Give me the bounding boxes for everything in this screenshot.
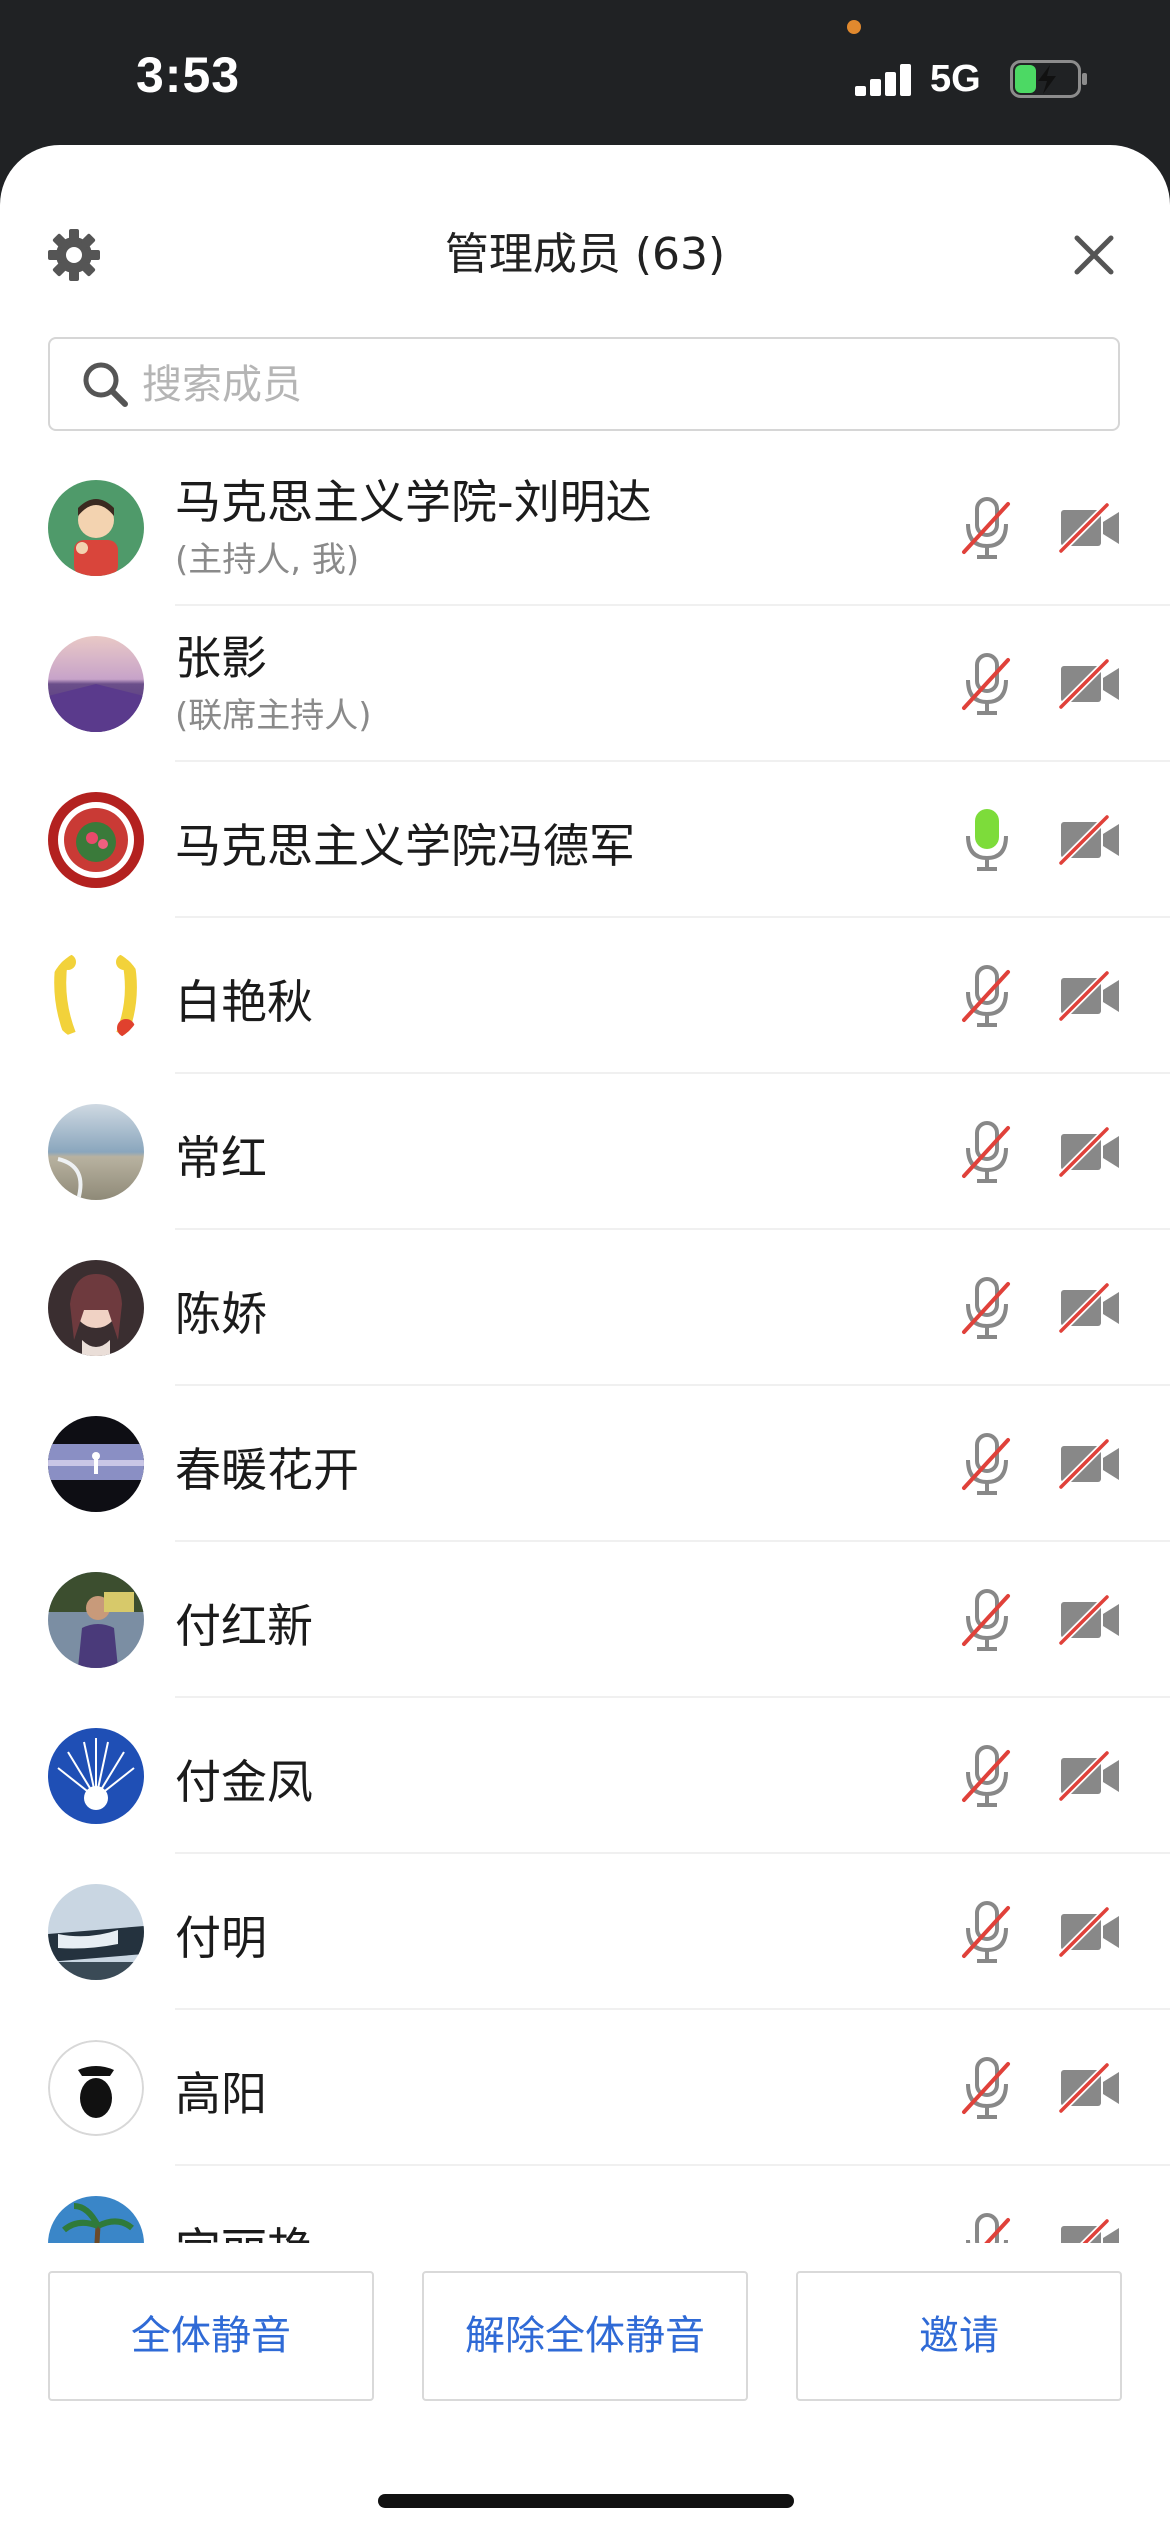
member-name: 马克思主义学院冯德军	[175, 819, 635, 873]
search-input[interactable]	[140, 353, 1084, 417]
mute-all-button[interactable]: 全体静音	[48, 2271, 374, 2401]
member-name: 付明	[175, 1911, 267, 1965]
search-box[interactable]	[48, 337, 1120, 431]
status-bar: 3:53 5G	[0, 0, 1170, 145]
signal-icon	[855, 62, 915, 96]
avatar	[48, 792, 144, 888]
camera-off-icon[interactable]	[1058, 814, 1122, 866]
home-indicator[interactable]	[378, 2494, 794, 2508]
member-name: 张影	[175, 631, 267, 685]
member-role: (联席主持人)	[175, 696, 372, 736]
member-row[interactable]: 陈娇	[0, 1230, 1170, 1386]
mic-muted-icon[interactable]	[960, 1742, 1014, 1810]
member-row[interactable]: 马克思主义学院-刘明达 (主持人, 我)	[0, 450, 1170, 606]
camera-off-icon[interactable]	[1058, 970, 1122, 1022]
mic-muted-icon[interactable]	[960, 1586, 1014, 1654]
avatar	[48, 1416, 144, 1512]
close-icon[interactable]	[1072, 233, 1116, 277]
camera-off-icon[interactable]	[1058, 1282, 1122, 1334]
member-row[interactable]: 付明	[0, 1854, 1170, 2010]
search-icon	[83, 362, 128, 407]
member-name: 白艳秋	[175, 975, 313, 1029]
member-row[interactable]: 常红	[0, 1074, 1170, 1230]
member-name: 付金凤	[175, 1755, 313, 1809]
page-title: 管理成员 (63)	[444, 229, 726, 280]
mic-muted-icon[interactable]	[960, 1118, 1014, 1186]
member-row[interactable]: 高阳	[0, 2010, 1170, 2166]
camera-off-icon[interactable]	[1058, 1906, 1122, 1958]
avatar	[48, 480, 144, 576]
member-name: 常红	[175, 1131, 267, 1185]
avatar	[48, 1884, 144, 1980]
avatar	[48, 1104, 144, 1200]
camera-off-icon[interactable]	[1058, 1750, 1122, 1802]
member-role: (主持人, 我)	[175, 540, 360, 580]
action-bar: 全体静音 解除全体静音 邀请	[0, 2243, 1170, 2403]
camera-off-icon[interactable]	[1058, 2062, 1122, 2114]
member-name: 高阳	[175, 2067, 267, 2121]
member-row[interactable]: 付红新	[0, 1542, 1170, 1698]
camera-off-icon[interactable]	[1058, 658, 1122, 710]
mic-active-icon[interactable]	[960, 806, 1014, 874]
status-time: 3:53	[136, 47, 241, 103]
member-row[interactable]: 马克思主义学院冯德军	[0, 762, 1170, 918]
avatar	[48, 948, 144, 1044]
member-row[interactable]: 春暖花开	[0, 1386, 1170, 1542]
member-list[interactable]: 马克思主义学院-刘明达 (主持人, 我) 张影 (联席主持人) 马克思主义学院冯德军 白艳…	[0, 450, 1170, 2388]
mic-muted-icon[interactable]	[960, 2054, 1014, 2122]
member-name: 马克思主义学院-刘明达	[175, 475, 652, 529]
camera-off-icon[interactable]	[1058, 1438, 1122, 1490]
member-row[interactable]: 付金凤	[0, 1698, 1170, 1854]
mic-muted-icon[interactable]	[960, 650, 1014, 718]
avatar	[48, 1260, 144, 1356]
battery-icon	[1010, 60, 1087, 98]
camera-off-icon[interactable]	[1058, 1126, 1122, 1178]
mic-muted-icon[interactable]	[960, 962, 1014, 1030]
camera-off-icon[interactable]	[1058, 1594, 1122, 1646]
mic-muted-icon[interactable]	[960, 1898, 1014, 1966]
avatar	[48, 2040, 144, 2136]
invite-button[interactable]: 邀请	[796, 2271, 1122, 2401]
recording-indicator	[847, 20, 861, 34]
network-label: 5G	[930, 58, 981, 100]
camera-off-icon[interactable]	[1058, 502, 1122, 554]
member-name: 春暖花开	[175, 1443, 359, 1497]
manage-members-sheet: 管理成员 (63) 马克思主义学院-刘明达(主持人, 我)张影(联席主持人)马克…	[0, 145, 1170, 2532]
mic-muted-icon[interactable]	[960, 1430, 1014, 1498]
avatar	[48, 636, 144, 732]
member-row[interactable]: 白艳秋	[0, 918, 1170, 1074]
member-name: 付红新	[175, 1599, 313, 1653]
member-row[interactable]: 张影 (联席主持人)	[0, 606, 1170, 762]
avatar	[48, 1728, 144, 1824]
mic-muted-icon[interactable]	[960, 1274, 1014, 1342]
member-name: 陈娇	[175, 1287, 267, 1341]
avatar	[48, 1572, 144, 1668]
unmute-all-button[interactable]: 解除全体静音	[422, 2271, 748, 2401]
mic-muted-icon[interactable]	[960, 494, 1014, 562]
